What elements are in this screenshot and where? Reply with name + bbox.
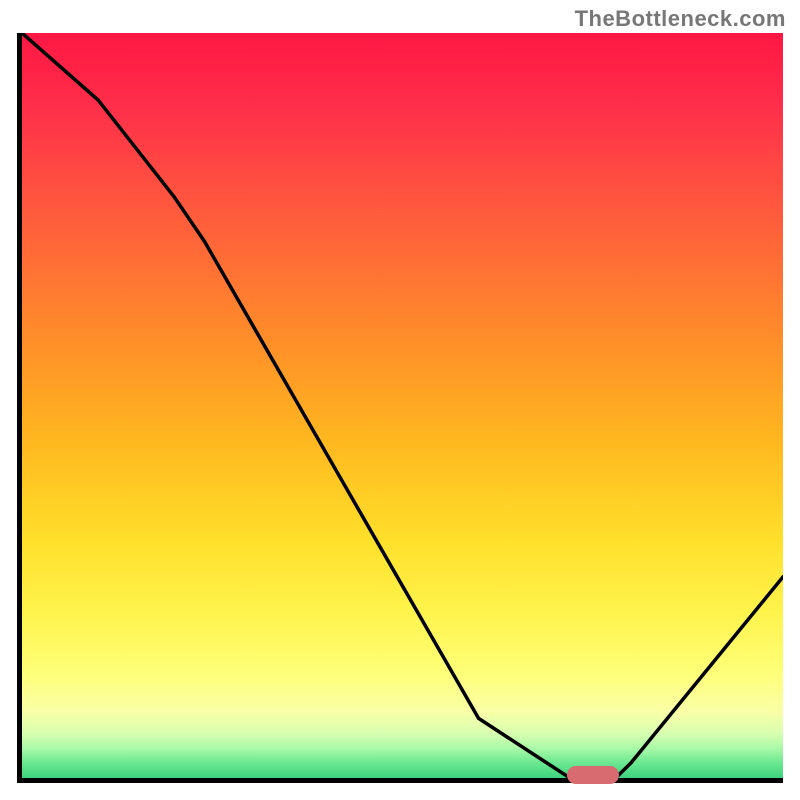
chart-container: TheBottleneck.com: [0, 0, 800, 800]
chart-axes: [17, 33, 783, 783]
watermark-text: TheBottleneck.com: [575, 6, 786, 32]
bottleneck-marker: [567, 766, 619, 784]
